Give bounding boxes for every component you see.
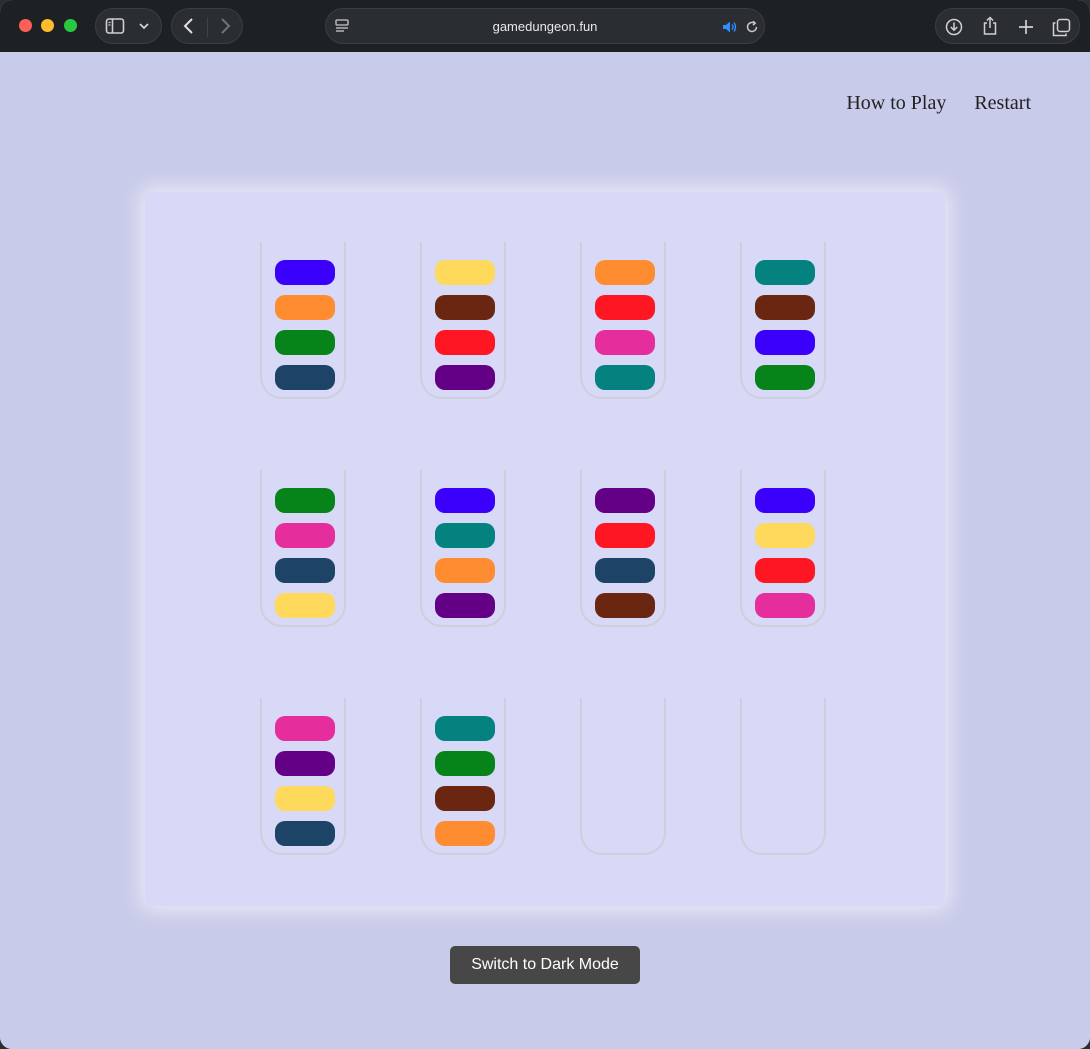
ball-purple[interactable] bbox=[275, 751, 335, 776]
share-icon[interactable] bbox=[981, 16, 999, 36]
dark-mode-toggle-button[interactable]: Switch to Dark Mode bbox=[450, 946, 640, 984]
ball-yellow[interactable] bbox=[275, 593, 335, 618]
ball-green[interactable] bbox=[275, 488, 335, 513]
how-to-play-link[interactable]: How to Play bbox=[846, 92, 946, 115]
ball-teal[interactable] bbox=[435, 716, 495, 741]
ball-pink[interactable] bbox=[755, 593, 815, 618]
tube[interactable] bbox=[260, 242, 346, 399]
tube[interactable] bbox=[740, 242, 826, 399]
ball-red[interactable] bbox=[755, 558, 815, 583]
ball-yellow[interactable] bbox=[435, 260, 495, 285]
ball-green[interactable] bbox=[435, 751, 495, 776]
tube[interactable] bbox=[260, 470, 346, 627]
top-nav: How to Play Restart bbox=[846, 92, 1031, 115]
ball-brown[interactable] bbox=[595, 593, 655, 618]
tube[interactable] bbox=[420, 698, 506, 855]
download-icon[interactable] bbox=[945, 18, 963, 36]
tube[interactable] bbox=[580, 470, 666, 627]
ball-pink[interactable] bbox=[275, 523, 335, 548]
nav-divider bbox=[207, 17, 208, 37]
ball-brown[interactable] bbox=[435, 295, 495, 320]
ball-orange[interactable] bbox=[435, 558, 495, 583]
browser-window: gamedungeon.fun How to Play Restart Swit… bbox=[0, 0, 1090, 1049]
ball-orange[interactable] bbox=[595, 260, 655, 285]
ball-orange[interactable] bbox=[275, 295, 335, 320]
ball-blue[interactable] bbox=[435, 488, 495, 513]
tube[interactable] bbox=[740, 470, 826, 627]
ball-pink[interactable] bbox=[275, 716, 335, 741]
tube[interactable] bbox=[260, 698, 346, 855]
browser-actions-group bbox=[935, 8, 1080, 44]
history-nav-group bbox=[171, 8, 243, 44]
forward-arrow-icon[interactable] bbox=[218, 17, 232, 35]
ball-navy[interactable] bbox=[275, 558, 335, 583]
tube[interactable] bbox=[580, 698, 666, 855]
tube[interactable] bbox=[420, 242, 506, 399]
game-page: How to Play Restart Switch to Dark Mode bbox=[0, 52, 1090, 1049]
back-arrow-icon[interactable] bbox=[182, 17, 196, 35]
ball-blue[interactable] bbox=[275, 260, 335, 285]
ball-yellow[interactable] bbox=[275, 786, 335, 811]
ball-teal[interactable] bbox=[755, 260, 815, 285]
address-bar[interactable]: gamedungeon.fun bbox=[325, 8, 765, 44]
maximize-window-button[interactable] bbox=[64, 19, 77, 32]
restart-link[interactable]: Restart bbox=[974, 92, 1031, 115]
chevron-down-icon[interactable] bbox=[138, 21, 150, 31]
close-window-button[interactable] bbox=[19, 19, 32, 32]
ball-navy[interactable] bbox=[595, 558, 655, 583]
ball-blue[interactable] bbox=[755, 488, 815, 513]
ball-pink[interactable] bbox=[595, 330, 655, 355]
sidebar-icon[interactable] bbox=[105, 17, 125, 35]
ball-brown[interactable] bbox=[755, 295, 815, 320]
ball-navy[interactable] bbox=[275, 821, 335, 846]
ball-red[interactable] bbox=[435, 330, 495, 355]
tube[interactable] bbox=[740, 698, 826, 855]
sidebar-toggle-group bbox=[95, 8, 162, 44]
game-board bbox=[145, 192, 945, 906]
ball-purple[interactable] bbox=[435, 593, 495, 618]
ball-red[interactable] bbox=[595, 523, 655, 548]
minimize-window-button[interactable] bbox=[41, 19, 54, 32]
speaker-icon[interactable] bbox=[722, 20, 738, 34]
ball-red[interactable] bbox=[595, 295, 655, 320]
browser-toolbar: gamedungeon.fun bbox=[0, 0, 1090, 53]
new-tab-plus-icon[interactable] bbox=[1017, 18, 1035, 36]
tube[interactable] bbox=[580, 242, 666, 399]
ball-teal[interactable] bbox=[595, 365, 655, 390]
ball-green[interactable] bbox=[755, 365, 815, 390]
url-text: gamedungeon.fun bbox=[492, 19, 598, 34]
ball-teal[interactable] bbox=[435, 523, 495, 548]
ball-orange[interactable] bbox=[435, 821, 495, 846]
tab-overview-icon[interactable] bbox=[1052, 18, 1071, 37]
ball-brown[interactable] bbox=[435, 786, 495, 811]
tube[interactable] bbox=[420, 470, 506, 627]
ball-purple[interactable] bbox=[435, 365, 495, 390]
reload-icon[interactable] bbox=[745, 20, 759, 34]
ball-purple[interactable] bbox=[595, 488, 655, 513]
ball-navy[interactable] bbox=[275, 365, 335, 390]
ball-green[interactable] bbox=[275, 330, 335, 355]
ball-yellow[interactable] bbox=[755, 523, 815, 548]
ball-blue[interactable] bbox=[755, 330, 815, 355]
